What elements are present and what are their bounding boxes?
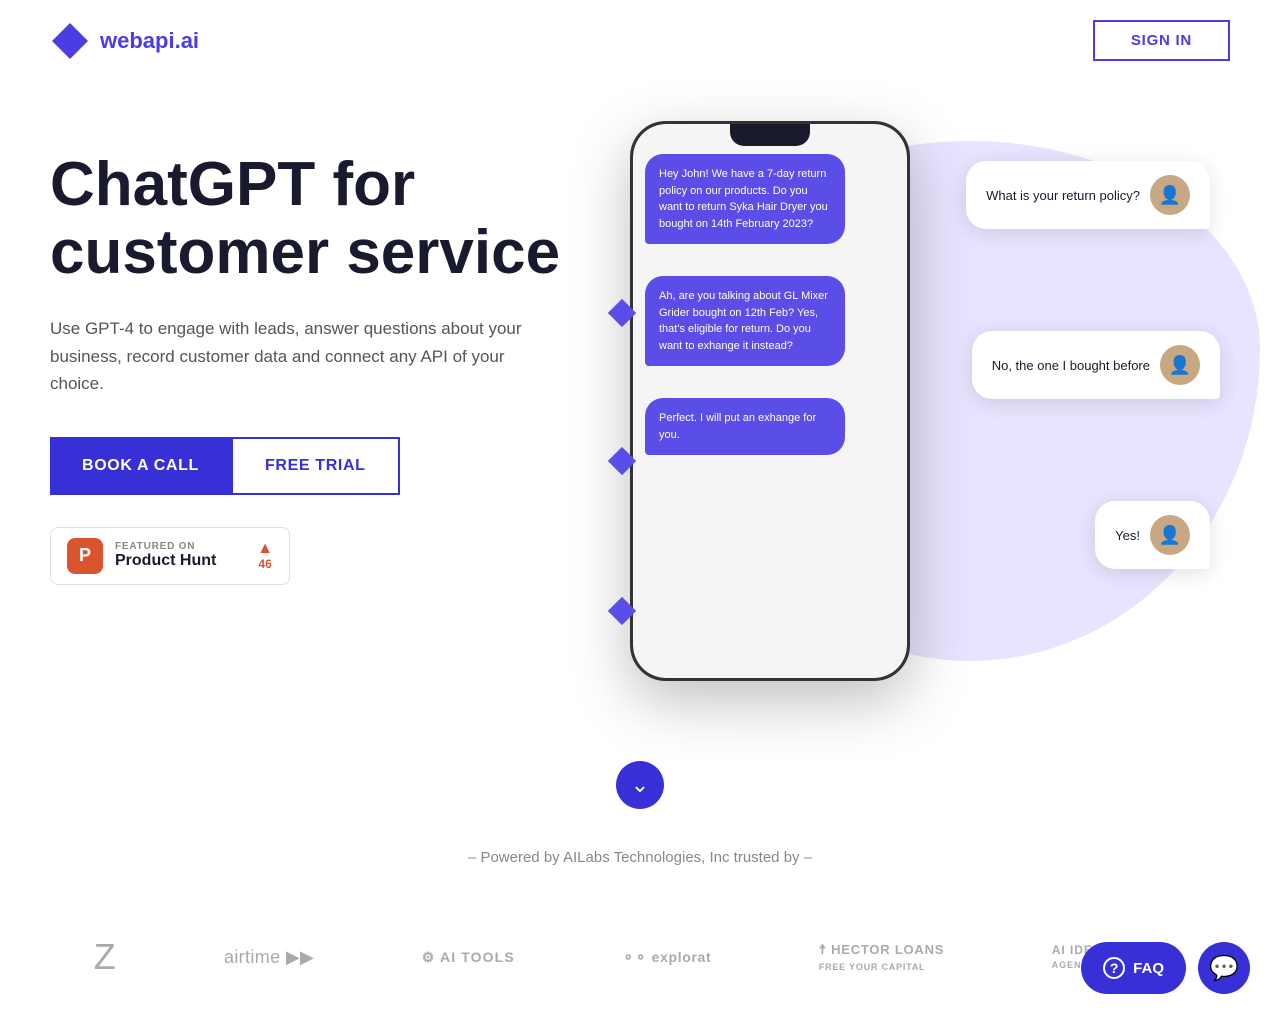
sign-in-button[interactable]: SIGN IN — [1093, 20, 1230, 61]
faq-icon: ? — [1103, 957, 1125, 979]
hero-left: ChatGPT for customer service Use GPT-4 t… — [50, 121, 570, 585]
product-hunt-votes: ▲ 46 — [257, 541, 273, 571]
phone-notch — [730, 124, 810, 146]
hero-subtitle: Use GPT-4 to engage with leads, answer q… — [50, 315, 530, 397]
logo: webapi.ai — [50, 21, 199, 61]
diamond-decoration-2 — [612, 451, 632, 471]
avatar-2: 👤 — [1160, 345, 1200, 385]
book-call-button[interactable]: BOOK A CALL — [50, 437, 231, 495]
partner-airtime: airtime ▶▶ — [224, 947, 314, 968]
phone-screen: Hey John! We have a 7-day return policy … — [633, 124, 907, 678]
avatar-1: 👤 — [1150, 175, 1190, 215]
free-trial-button[interactable]: FREE TRIAL — [231, 437, 400, 495]
product-hunt-text: FEATURED ON Product Hunt — [115, 541, 245, 570]
chat-fab-button[interactable]: 💬 — [1198, 942, 1250, 994]
partner-z: Z — [94, 936, 117, 978]
chat-bubble-bot-2: Ah, are you talking about GL Mixer Gride… — [645, 276, 845, 366]
hero-section: ChatGPT for customer service Use GPT-4 t… — [0, 81, 1280, 741]
floating-bubble-question1: What is your return policy? 👤 — [966, 161, 1210, 229]
hero-right: What is your return policy? 👤 No, the on… — [550, 121, 1230, 721]
hero-title: ChatGPT for customer service — [50, 151, 570, 287]
product-hunt-badge[interactable]: P FEATURED ON Product Hunt ▲ 46 — [50, 527, 290, 585]
logo-text: webapi.ai — [100, 28, 199, 54]
scroll-down: ⌄ — [0, 741, 1280, 839]
product-hunt-icon: P — [67, 538, 103, 574]
hero-buttons: BOOK A CALL FREE TRIAL — [50, 437, 570, 495]
partner-aitools: ⚙ AI TOOLS — [422, 949, 515, 966]
logo-icon — [50, 21, 90, 61]
scroll-down-button[interactable]: ⌄ — [616, 761, 664, 809]
floating-bubble-reply2: Yes! 👤 — [1095, 501, 1210, 569]
partner-explorat: ⚬⚬ explorat — [622, 949, 711, 966]
powered-text: – Powered by AILabs Technologies, Inc tr… — [50, 849, 1230, 866]
diamond-decoration-1 — [612, 303, 632, 323]
faq-button[interactable]: ? FAQ — [1081, 942, 1186, 994]
diamond-decoration-3 — [612, 601, 632, 621]
chat-icon: 💬 — [1209, 954, 1239, 983]
phone-mockup: Hey John! We have a 7-day return policy … — [630, 121, 910, 681]
chat-bubble-bot-1: Hey John! We have a 7-day return policy … — [645, 154, 845, 244]
chat-bubble-bot-3: Perfect. I will put an exhange for you. — [645, 398, 845, 455]
phone-chat: Hey John! We have a 7-day return policy … — [633, 124, 907, 467]
header: webapi.ai SIGN IN — [0, 0, 1280, 81]
avatar-3: 👤 — [1150, 515, 1190, 555]
floating-bubble-reply1: No, the one I bought before 👤 — [972, 331, 1220, 399]
powered-by-section: – Powered by AILabs Technologies, Inc tr… — [0, 839, 1280, 936]
bottom-actions: ? FAQ 💬 — [1081, 942, 1250, 994]
partner-hectorloans: ☨ HECTOR LOANSFREE YOUR CAPITAL — [819, 942, 944, 973]
